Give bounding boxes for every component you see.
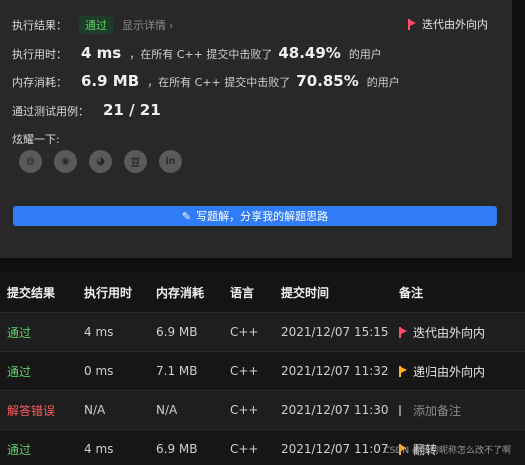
table-row: 解答错误 N/A N/A C++ 2021/12/07 11:30 添加备注 xyxy=(0,390,525,429)
memory-row: 内存消耗： 6.9 MB ，在所有 C++ 提交中击败了 70.85% 的用户 xyxy=(12,72,400,90)
row-memory: N/A xyxy=(156,403,178,417)
flag-icon xyxy=(399,326,408,338)
result-panel: 执行结果： 通过 显示详情 › 迭代由外向内 执行用时： 4 ms ，在所有 C… xyxy=(0,0,512,258)
row-time: 2021/12/07 15:15 xyxy=(281,325,389,339)
share-row: 炫耀一下: xyxy=(12,131,60,147)
write-solution-button[interactable]: ✎ 写题解，分享我的解题思路 xyxy=(13,206,497,226)
memory-middle: ，在所有 C++ 提交中击败了 xyxy=(147,76,291,89)
submissions-table: 提交结果 执行用时 内存消耗 语言 提交时间 备注 通过 4 ms 6.9 MB… xyxy=(0,273,525,465)
tests-value: 21 / 21 xyxy=(103,101,161,119)
status-badge: 通过 xyxy=(79,16,113,34)
pencil-icon: ✎ xyxy=(181,209,192,223)
row-memory: 7.1 MB xyxy=(156,364,198,378)
submission-note-text: 迭代由外向内 xyxy=(422,18,488,31)
row-language: C++ xyxy=(230,364,259,378)
row-language: C++ xyxy=(230,442,259,456)
weibo-icon[interactable]: ◉ xyxy=(54,150,77,173)
header-memory[interactable]: 内存消耗 xyxy=(156,284,204,301)
add-note-button[interactable]: 添加备注 xyxy=(399,402,461,419)
row-runtime: 4 ms xyxy=(84,325,114,339)
runtime-value: 4 ms xyxy=(81,44,122,62)
tests-row: 通过测试用例： 21 / 21 xyxy=(12,101,169,119)
memory-suffix: 的用户 xyxy=(366,76,400,89)
memory-value: 6.9 MB xyxy=(81,72,140,90)
row-language: C++ xyxy=(230,403,259,417)
flag-outline-icon xyxy=(399,404,408,416)
submission-note[interactable]: 迭代由外向内 xyxy=(408,16,488,32)
header-language[interactable]: 语言 xyxy=(230,284,254,301)
chevron-right-icon[interactable]: › xyxy=(169,19,173,32)
row-runtime: 0 ms xyxy=(84,364,114,378)
runtime-label: 执行用时： xyxy=(12,48,67,61)
wechat-icon[interactable]: ◍ xyxy=(19,150,42,173)
share-icons: ◍ ◉ ◕ 豆 in xyxy=(19,150,182,173)
row-result[interactable]: 通过 xyxy=(7,324,31,341)
header-runtime[interactable]: 执行用时 xyxy=(84,284,132,301)
row-note[interactable]: 迭代由外向内 xyxy=(399,324,485,341)
row-note-text: 递归由外向内 xyxy=(413,364,486,379)
runtime-row: 执行用时： 4 ms ，在所有 C++ 提交中击败了 48.49% 的用户 xyxy=(12,44,382,62)
runtime-percent: 48.49% xyxy=(278,44,341,62)
row-time: 2021/12/07 11:07 xyxy=(281,442,389,456)
header-note: 备注 xyxy=(399,286,424,300)
add-note-label: 添加备注 xyxy=(413,403,462,418)
runtime-suffix: 的用户 xyxy=(348,48,382,61)
douban-icon[interactable]: 豆 xyxy=(124,150,147,173)
row-time: 2021/12/07 11:30 xyxy=(281,403,389,417)
row-language: C++ xyxy=(230,325,259,339)
row-note-text: 迭代由外向内 xyxy=(413,325,486,340)
table-row: 通过 0 ms 7.1 MB C++ 2021/12/07 11:32 递归由外… xyxy=(0,351,525,390)
memory-percent: 70.85% xyxy=(296,72,359,90)
tests-label: 通过测试用例： xyxy=(12,105,89,118)
watermark: CSDN @我的昵称怎么改不了啊 xyxy=(383,446,511,456)
table-header: 提交结果 执行用时 内存消耗 语言 提交时间 备注 xyxy=(0,273,525,312)
row-result[interactable]: 解答错误 xyxy=(7,402,55,419)
header-result[interactable]: 提交结果 xyxy=(7,284,55,301)
row-time: 2021/12/07 11:32 xyxy=(281,364,389,378)
share-label: 炫耀一下: xyxy=(12,133,60,146)
flag-icon xyxy=(408,18,417,30)
row-runtime: N/A xyxy=(84,403,106,417)
header-time[interactable]: 提交时间 xyxy=(281,284,329,301)
memory-label: 内存消耗： xyxy=(12,76,67,89)
linkedin-icon[interactable]: in xyxy=(159,150,182,173)
qq-icon[interactable]: ◕ xyxy=(89,150,112,173)
row-memory: 6.9 MB xyxy=(156,325,198,339)
row-memory: 6.9 MB xyxy=(156,442,198,456)
table-row: 通过 4 ms 6.9 MB C++ 2021/12/07 15:15 迭代由外… xyxy=(0,312,525,351)
runtime-middle: ，在所有 C++ 提交中击败了 xyxy=(129,48,273,61)
result-row: 执行结果： 通过 显示详情 › xyxy=(12,16,173,34)
show-details-link[interactable]: 显示详情 xyxy=(122,17,166,33)
write-solution-label: 写题解，分享我的解题思路 xyxy=(196,210,329,223)
row-note[interactable]: 递归由外向内 xyxy=(399,363,485,380)
flag-icon xyxy=(399,365,408,377)
result-label: 执行结果： xyxy=(12,19,67,32)
row-result[interactable]: 通过 xyxy=(7,363,31,380)
row-runtime: 4 ms xyxy=(84,442,114,456)
row-result[interactable]: 通过 xyxy=(7,441,31,458)
